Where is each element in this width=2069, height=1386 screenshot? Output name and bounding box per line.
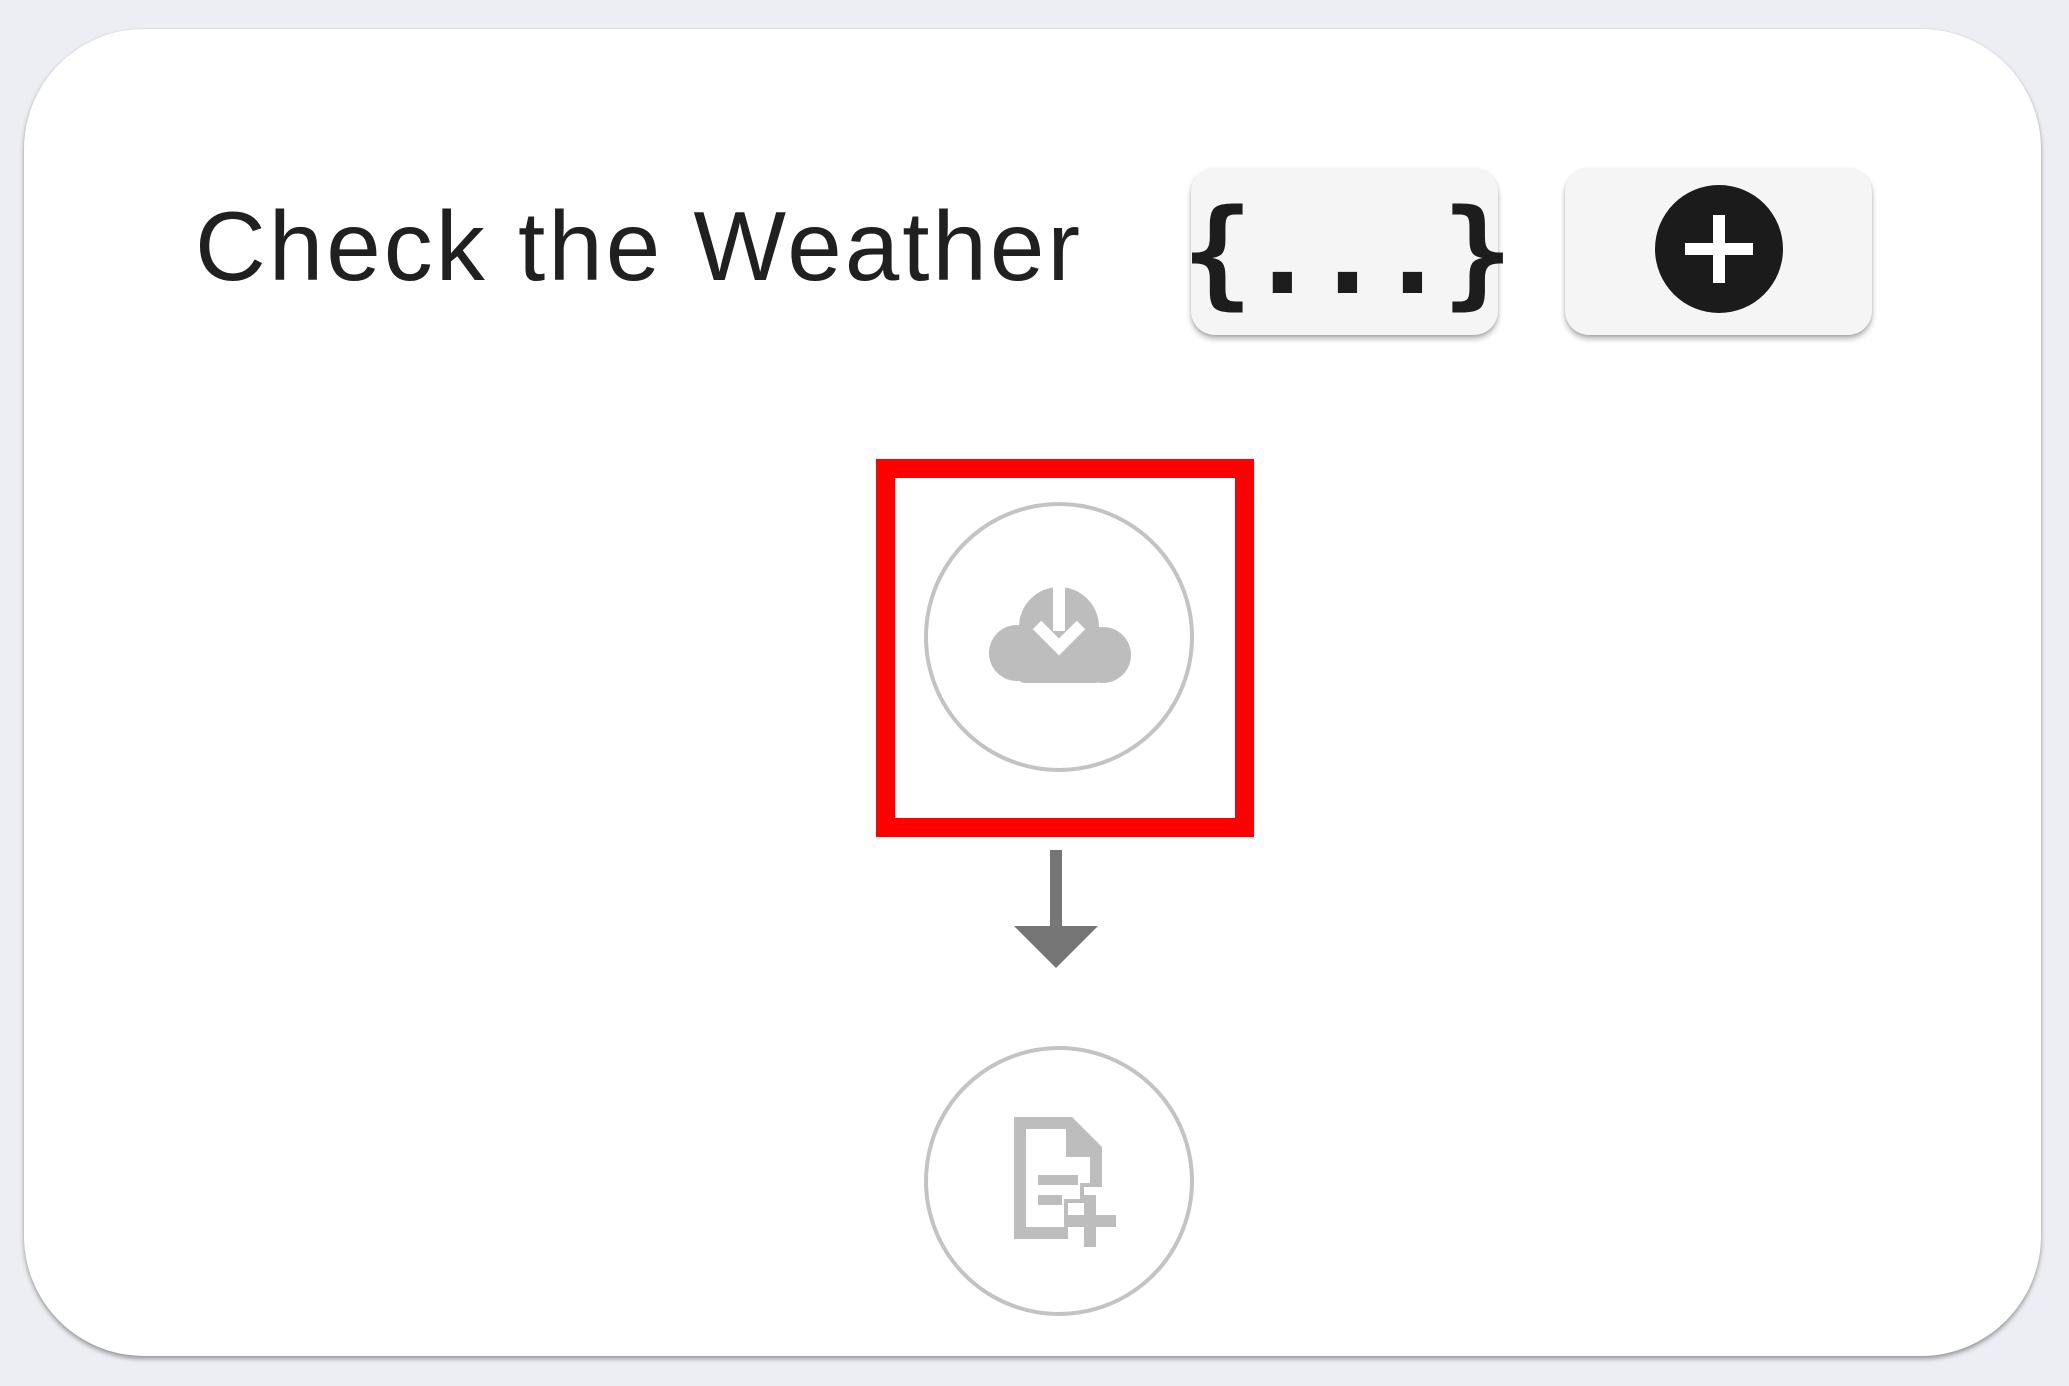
fetch-data-node[interactable] <box>924 502 1194 772</box>
cloud-download-icon <box>979 575 1139 700</box>
add-button[interactable] <box>1565 168 1872 335</box>
plus-circle-icon <box>1654 185 1783 318</box>
variables-button[interactable]: {...} <box>1182 168 1513 335</box>
flow-card: Check the Weather {...} <box>24 29 2041 1356</box>
add-document-node[interactable] <box>924 1046 1194 1316</box>
flow-title: Check the Weather <box>195 191 1084 301</box>
document-add-icon <box>984 1099 1134 1264</box>
braces-icon: {...} <box>1181 182 1513 321</box>
arrow-down-icon <box>1014 850 1098 975</box>
